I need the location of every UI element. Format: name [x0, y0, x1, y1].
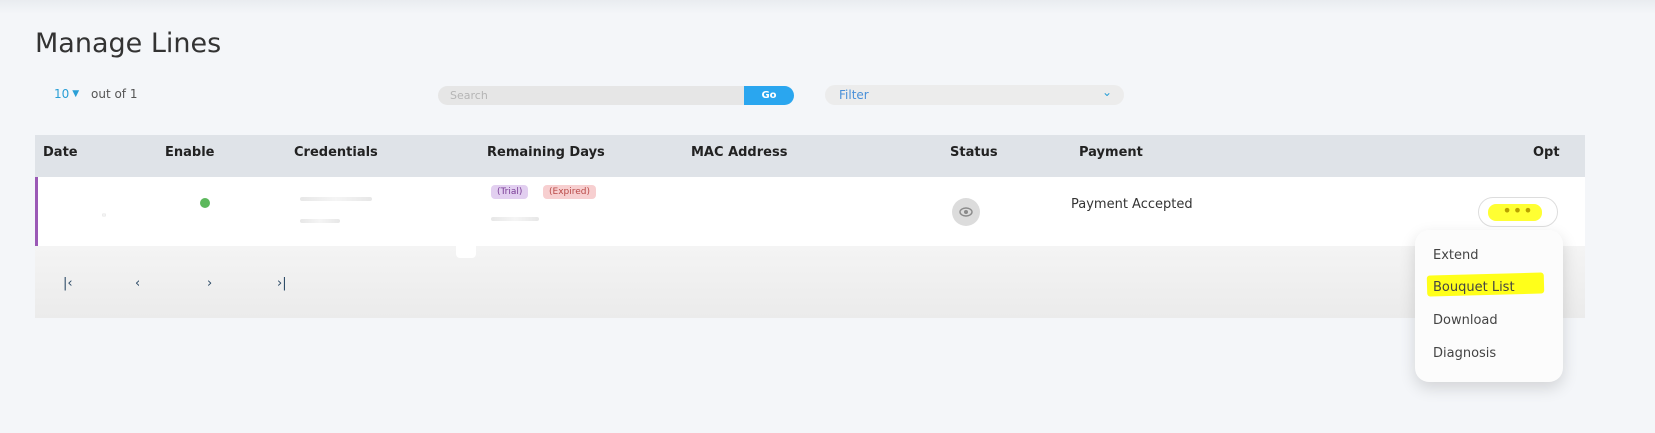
trial-badge: (Trial): [491, 185, 529, 199]
filter-label: Filter: [839, 88, 869, 102]
page-size-select[interactable]: 10 ▼: [54, 87, 79, 101]
menu-item-diagnosis[interactable]: Diagnosis: [1433, 346, 1496, 361]
page-count-text: out of 1: [91, 87, 138, 101]
next-page-icon[interactable]: ›: [207, 276, 212, 291]
pagination: |‹ ‹ › ›|: [35, 246, 1585, 318]
filter-select[interactable]: Filter ⌄: [825, 85, 1124, 105]
table-row: (Trial) (Expired) Payment Accepted •••: [35, 177, 1585, 246]
payment-status: Payment Accepted: [1071, 197, 1193, 212]
search-input[interactable]: [438, 86, 744, 105]
go-button[interactable]: Go: [744, 86, 794, 105]
col-opt: Opt: [1533, 145, 1560, 160]
page-size-value: 10: [54, 87, 70, 101]
date-redacted: [102, 213, 106, 217]
menu-item-extend[interactable]: Extend: [1433, 248, 1479, 263]
col-enable[interactable]: Enable: [165, 145, 215, 160]
col-mac-address[interactable]: MAC Address: [691, 145, 787, 160]
table-header: Date Enable Credentials Remaining Days M…: [35, 135, 1585, 177]
col-payment[interactable]: Payment: [1079, 145, 1143, 160]
prev-page-icon[interactable]: ‹: [135, 276, 140, 291]
more-dots-icon: •••: [1502, 201, 1534, 220]
first-page-icon[interactable]: |‹: [63, 276, 73, 291]
top-shade: [0, 0, 1655, 14]
col-date[interactable]: Date: [43, 145, 78, 160]
expired-badge: (Expired): [543, 185, 597, 199]
eye-icon[interactable]: [952, 198, 980, 226]
lines-table: Date Enable Credentials Remaining Days M…: [35, 135, 1585, 318]
options-menu: Extend Bouquet List Download Diagnosis: [1415, 230, 1563, 382]
credentials-redacted-2: [300, 219, 340, 223]
redaction-blob: [456, 238, 476, 258]
col-status[interactable]: Status: [950, 145, 998, 160]
credentials-redacted: [300, 197, 372, 201]
col-credentials[interactable]: Credentials: [294, 145, 378, 160]
enabled-dot-icon: [200, 198, 210, 208]
options-button[interactable]: •••: [1478, 197, 1558, 227]
remaining-days-redacted: [491, 217, 539, 221]
chevron-down-icon: ⌄: [1101, 85, 1112, 99]
last-page-icon[interactable]: ›|: [277, 276, 287, 291]
caret-down-icon: ▼: [72, 89, 80, 99]
menu-item-download[interactable]: Download: [1433, 313, 1498, 328]
col-remaining-days[interactable]: Remaining Days: [487, 145, 605, 160]
page-title: Manage Lines: [35, 28, 222, 59]
menu-item-bouquet-list[interactable]: Bouquet List: [1433, 280, 1515, 295]
